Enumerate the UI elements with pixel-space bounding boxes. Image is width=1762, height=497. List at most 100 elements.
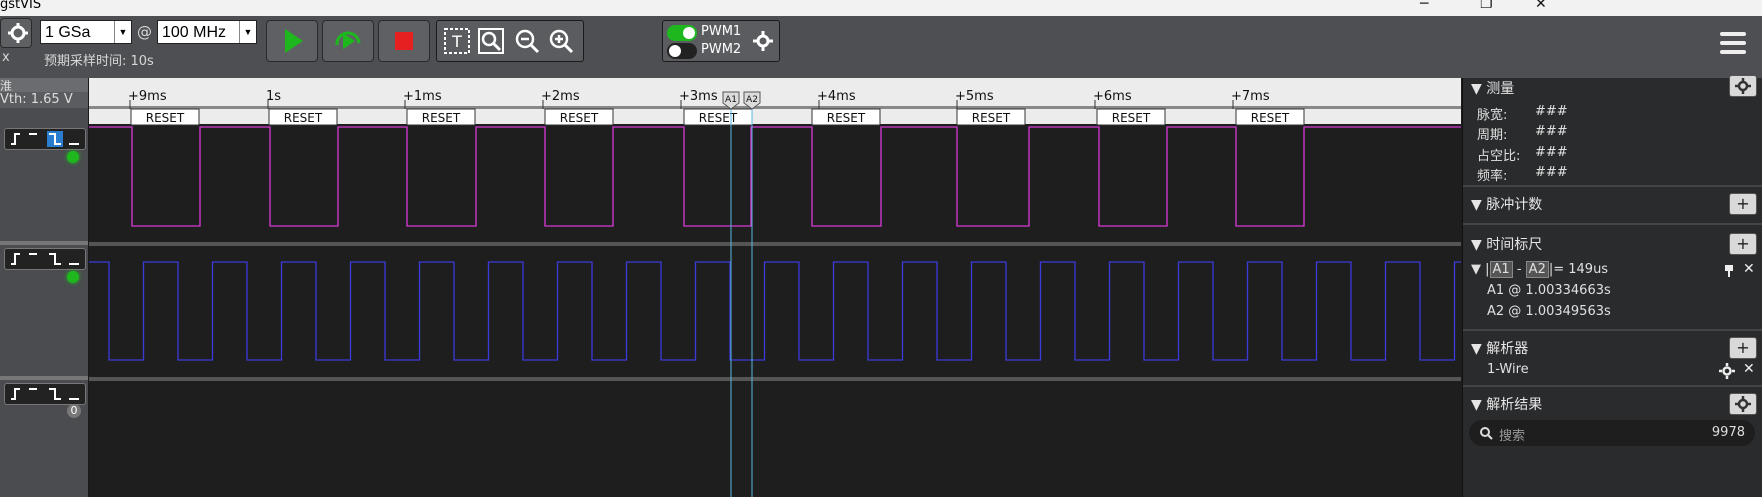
chevron-down-icon: ▼ bbox=[114, 21, 131, 43]
add-pulse-count-button[interactable]: + bbox=[1729, 193, 1757, 215]
pwm1-label: PWM1 bbox=[701, 24, 742, 39]
decode-reset-label: RESET bbox=[284, 111, 323, 125]
toolbar: x 1 GSa ▼ @ 100 MHz ▼ 预期采样时间: 10s T PWM1… bbox=[0, 16, 1762, 78]
frequency-label: 频率: bbox=[1477, 169, 1508, 184]
decoder-section-header[interactable]: ▼ 解析器 bbox=[1471, 338, 1528, 358]
app-title: gstVIS bbox=[0, 0, 42, 12]
ch1-status-led bbox=[67, 151, 79, 163]
left-tool-label: x bbox=[2, 50, 10, 65]
ruler-dash: - bbox=[1516, 262, 1522, 277]
duty-cycle-value: ### bbox=[1535, 145, 1568, 160]
results-title: 解析结果 bbox=[1486, 397, 1543, 413]
channel-separator bbox=[0, 376, 88, 380]
results-settings-button[interactable] bbox=[1729, 393, 1757, 415]
pwm1-toggle[interactable] bbox=[667, 25, 697, 41]
close-icon[interactable]: ✕ bbox=[1743, 261, 1755, 277]
results-count: 9978 bbox=[1711, 425, 1745, 440]
search-icon bbox=[1480, 427, 1493, 440]
add-decoder-button[interactable]: + bbox=[1729, 337, 1757, 359]
plus-icon: + bbox=[1736, 234, 1750, 253]
channel-pane: 淮 Vth: 1.65 V 0 bbox=[0, 78, 89, 497]
results-search-box[interactable]: 搜索 9978 bbox=[1469, 420, 1755, 446]
gear-icon[interactable] bbox=[1719, 363, 1735, 379]
repeat-run-button[interactable] bbox=[322, 20, 374, 62]
plus-icon: + bbox=[1736, 194, 1750, 213]
decode-reset-label: RESET bbox=[422, 111, 461, 125]
plus-icon: + bbox=[1736, 338, 1750, 357]
ch1-trigger-selector[interactable] bbox=[4, 128, 86, 150]
ruler-item[interactable]: ▼ | A1 - A2 |= 149us bbox=[1471, 261, 1609, 278]
at-label: @ bbox=[137, 23, 152, 41]
add-time-ruler-button[interactable]: + bbox=[1729, 233, 1757, 255]
trigger-edge-icons bbox=[11, 253, 79, 265]
trigger-edge-icons bbox=[11, 131, 79, 147]
run-button[interactable] bbox=[266, 20, 318, 62]
time-ruler-section-header[interactable]: ▼ 时间标尺 bbox=[1471, 234, 1542, 254]
zoom-in-icon[interactable] bbox=[547, 27, 575, 55]
zoom-fit-icon[interactable] bbox=[477, 27, 505, 55]
ruler-a1-tag: A1 bbox=[1489, 261, 1513, 278]
text-tool-icon[interactable]: T bbox=[443, 27, 471, 55]
time-tick-label: 1s bbox=[266, 89, 281, 104]
svg-text:T: T bbox=[451, 32, 462, 51]
chevron-down-icon: ▼ bbox=[239, 21, 256, 43]
ch2-trigger-selector[interactable] bbox=[4, 248, 86, 270]
time-tick-label: +2ms bbox=[541, 89, 580, 104]
time-tick-label: +4ms bbox=[817, 89, 856, 104]
results-section-header[interactable]: ▼ 解析结果 bbox=[1471, 394, 1542, 414]
time-cursor-label: A2 bbox=[746, 95, 758, 105]
pulse-count-section-header[interactable]: ▼ 脉冲计数 bbox=[1471, 194, 1542, 214]
duty-cycle-label: 占空比: bbox=[1477, 149, 1521, 164]
period-label: 周期: bbox=[1477, 128, 1508, 143]
ruler-a1-position: A1 @ 1.00334663s bbox=[1487, 283, 1611, 298]
time-cursor-label: A1 bbox=[725, 95, 737, 105]
pwm2-toggle[interactable] bbox=[667, 43, 697, 59]
time-tick-label: +9ms bbox=[128, 89, 167, 104]
measure-settings-button[interactable] bbox=[1729, 75, 1757, 97]
hamburger-menu-icon[interactable] bbox=[1718, 30, 1748, 56]
minimize-icon[interactable]: ─ bbox=[1420, 0, 1428, 12]
vth-label: Vth: 1.65 V bbox=[0, 92, 73, 107]
time-tick-label: +7ms bbox=[1231, 89, 1270, 104]
ruler-a2-position: A2 @ 1.00349563s bbox=[1487, 304, 1611, 319]
pwm2-label: PWM2 bbox=[701, 42, 742, 57]
view-tools-group: T bbox=[436, 20, 584, 62]
stop-button[interactable] bbox=[378, 20, 430, 62]
waveform-plot[interactable]: +9ms 1s +1ms +2ms +3ms +4ms +5ms +6ms +7ms RESET… bbox=[89, 78, 1461, 497]
ruler-a2-tag: A2 bbox=[1525, 261, 1549, 278]
measure-section-header[interactable]: ▼ 测量 bbox=[1471, 78, 1514, 98]
ch3-trigger-selector[interactable] bbox=[4, 383, 86, 405]
pulse-count-title: 脉冲计数 bbox=[1486, 197, 1543, 213]
ch1-waveform bbox=[89, 126, 1461, 227]
gear-icon[interactable] bbox=[751, 29, 775, 53]
title-bar: gstVIS ─ ❐ ✕ bbox=[0, 0, 1762, 16]
channel-pane-header: 淮 bbox=[0, 78, 88, 93]
pin-icon[interactable] bbox=[1723, 264, 1735, 278]
decode-reset-label: RESET bbox=[827, 111, 866, 125]
zoom-out-icon[interactable] bbox=[513, 27, 541, 55]
pulse-width-label: 脉宽: bbox=[1477, 108, 1508, 123]
stop-icon bbox=[395, 32, 413, 50]
decode-reset-label: RESET bbox=[1112, 111, 1151, 125]
close-icon[interactable]: ✕ bbox=[1743, 361, 1755, 377]
decode-reset-label: RESET bbox=[146, 111, 185, 125]
restore-icon[interactable]: ❐ bbox=[1480, 0, 1493, 12]
sample-rate-value: 1 GSa bbox=[45, 24, 91, 41]
measure-title: 测量 bbox=[1486, 81, 1515, 97]
frequency-value: 100 MHz bbox=[162, 24, 227, 41]
frequency-select[interactable]: 100 MHz ▼ bbox=[157, 20, 257, 44]
time-tick-label: +5ms bbox=[955, 89, 994, 104]
gear-icon bbox=[1735, 396, 1751, 412]
period-value: ### bbox=[1535, 124, 1568, 139]
frequency-meas-value: ### bbox=[1535, 165, 1568, 180]
close-icon[interactable]: ✕ bbox=[1535, 0, 1547, 12]
settings-button[interactable] bbox=[0, 18, 32, 48]
gear-icon bbox=[8, 23, 28, 43]
channel-separator bbox=[0, 241, 88, 245]
estimated-time-label: 预期采样时间: 10s bbox=[44, 54, 154, 69]
ruler-delta: = 149us bbox=[1553, 262, 1609, 277]
sample-rate-select[interactable]: 1 GSa ▼ bbox=[40, 20, 132, 44]
pulse-width-value: ### bbox=[1535, 104, 1568, 119]
time-ruler-title: 时间标尺 bbox=[1486, 237, 1543, 253]
section-divider bbox=[1463, 329, 1762, 331]
